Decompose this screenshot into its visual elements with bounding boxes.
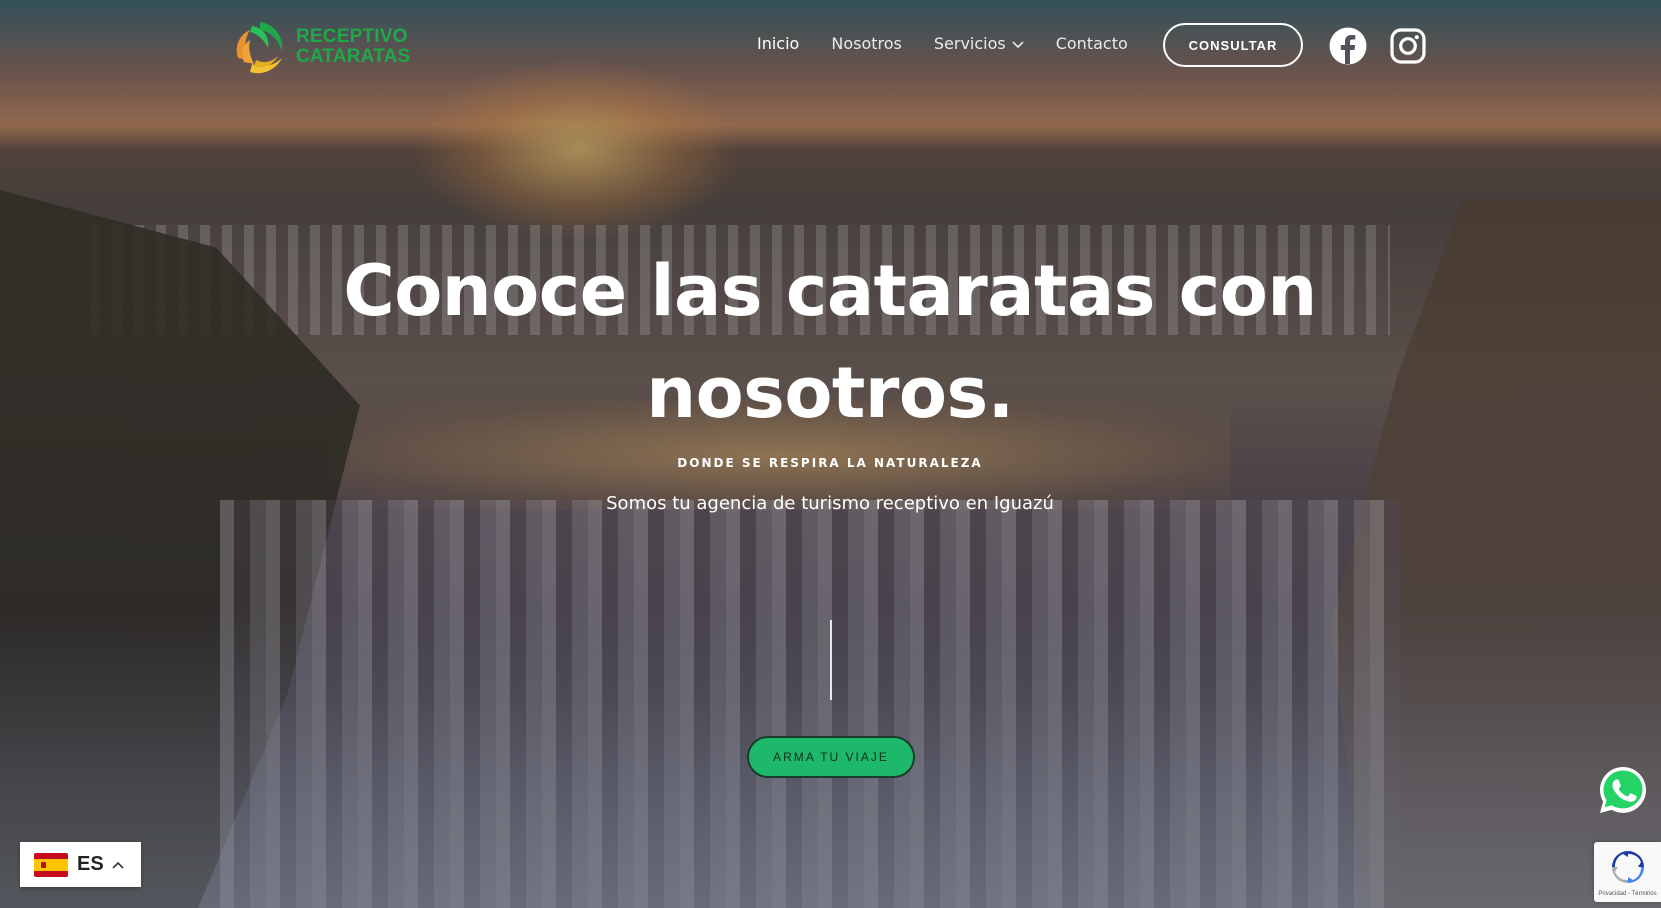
language-switcher[interactable]: ES	[20, 842, 141, 887]
recaptcha-links: Privacidad - Términos	[1598, 891, 1657, 897]
hero-title: Conoce las cataratas con nosotros.	[330, 240, 1330, 444]
hero-eyebrow: DONDE SE RESPIRA LA NATURALEZA	[677, 456, 983, 470]
nav-inicio[interactable]: Inicio	[757, 34, 799, 53]
arma-tu-viaje-button[interactable]: ARMA TU VIAJE	[747, 736, 915, 778]
whatsapp-icon[interactable]	[1598, 765, 1648, 815]
nav-servicios[interactable]: Servicios	[934, 34, 1024, 53]
site-logo[interactable]: RECEPTIVO CATARATAS	[230, 18, 410, 76]
hero-divider	[830, 620, 832, 700]
hero-subtitle: Somos tu agencia de turismo receptivo en…	[606, 493, 1054, 514]
spain-flag-icon	[34, 852, 68, 877]
instagram-icon[interactable]	[1389, 27, 1427, 65]
nav-servicios-label: Servicios	[933, 34, 1006, 53]
hero-title-line-2: nosotros.	[646, 352, 1014, 434]
logo-line-1: RECEPTIVO	[296, 26, 408, 47]
chevron-down-icon	[1012, 40, 1024, 48]
facebook-icon[interactable]	[1329, 27, 1367, 65]
recaptcha-badge[interactable]: Privacidad - Términos	[1594, 842, 1661, 902]
main-nav: Inicio Nosotros Servicios Contacto	[757, 34, 1160, 53]
chevron-up-icon	[112, 861, 124, 869]
logo-line-2: CATARATAS	[296, 46, 411, 67]
language-code: ES	[77, 853, 104, 875]
logo-mark-icon	[236, 22, 283, 74]
nav-nosotros[interactable]: Nosotros	[831, 34, 902, 53]
recaptcha-icon	[1611, 851, 1644, 883]
consultar-button[interactable]: CONSULTAR	[1163, 23, 1303, 67]
hero-title-line-1: Conoce las cataratas con	[343, 250, 1317, 332]
nav-contacto[interactable]: Contacto	[1056, 34, 1128, 53]
logo-wordmark: RECEPTIVO CATARATAS	[296, 27, 410, 67]
